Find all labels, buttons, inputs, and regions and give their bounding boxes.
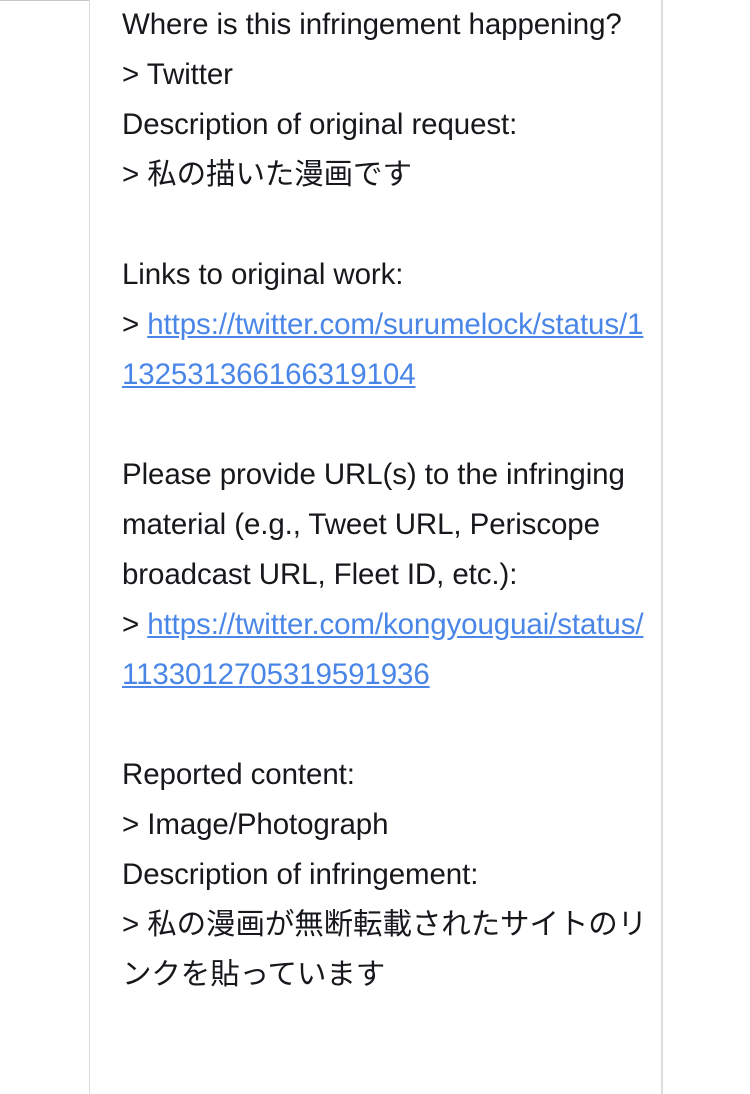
answer-infringement-description-value: 私の漫画が無断転載されたサイトのリンクを貼っています [122,908,648,991]
answer-original-request-value: 私の描いた漫画です [147,158,412,191]
report-page: Where is this infringement happening? > … [0,0,750,1094]
answer-prefix: > [122,608,140,641]
infringing-material-url-link[interactable]: https://twitter.com/kongyouguai/status/1… [122,608,644,691]
question-infringing-urls: Please provide URL(s) to the infringing … [122,458,625,591]
answer-prefix: > [122,58,140,91]
answer-original-work-links: > https://twitter.com/surumelock/status/… [122,300,653,400]
original-work-url-link[interactable]: https://twitter.com/surumelock/status/11… [122,308,644,391]
report-content-column: Where is this infringement happening? > … [90,0,661,1094]
answer-location: > Twitter [122,50,653,100]
answer-reported-content: > Image/Photograph [122,800,653,850]
section-spacer [122,400,653,450]
answer-reported-content-value: Image/Photograph [147,808,389,841]
section-spacer [122,700,653,750]
answer-infringing-urls: > https://twitter.com/kongyouguai/status… [122,600,653,700]
answer-prefix: > [122,808,140,841]
question-original-work-links: Links to original work: [122,258,404,291]
answer-infringement-description: > 私の漫画が無断転載されたサイトのリンクを貼っています [122,900,653,1000]
right-column-divider [661,0,663,1094]
answer-prefix: > [122,158,140,191]
question-original-request: Description of original request: [122,108,518,141]
answer-location-value: Twitter [146,58,233,91]
question-infringement-description: Description of infringement: [122,858,479,891]
section-spacer [122,200,653,250]
answer-prefix: > [122,308,140,341]
report-body: Where is this infringement happening? > … [122,0,653,1000]
answer-original-request: > 私の描いた漫画です [122,150,653,200]
question-location: Where is this infringement happening? [122,8,622,41]
question-reported-content: Reported content: [122,758,355,791]
answer-prefix: > [122,908,140,941]
